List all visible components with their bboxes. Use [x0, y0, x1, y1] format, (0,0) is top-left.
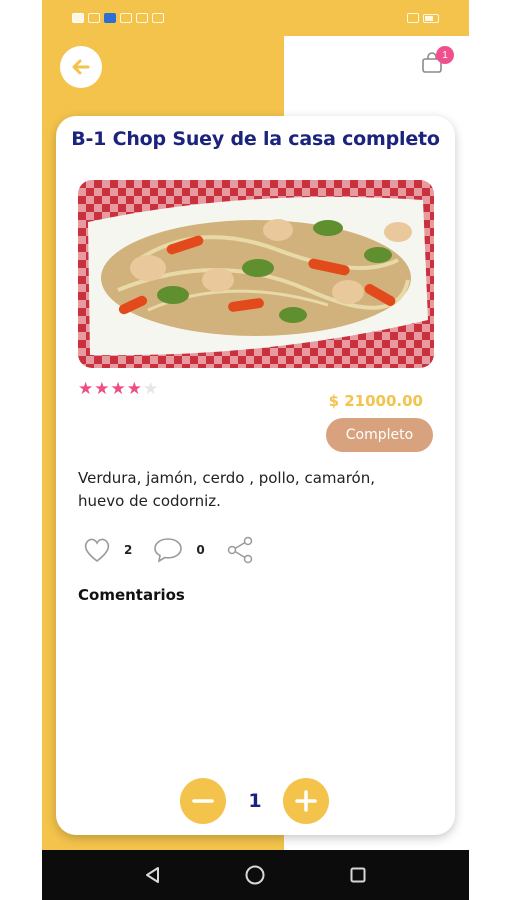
comments-heading: Comentarios — [78, 586, 185, 604]
chop-suey-dish-photo — [78, 180, 434, 368]
mail-icon — [136, 13, 148, 23]
social-actions: 2 0 — [82, 534, 275, 566]
heart-icon — [84, 538, 110, 563]
home-circle-icon — [245, 865, 265, 885]
decrease-quantity-button[interactable] — [180, 778, 226, 824]
status-bar — [42, 0, 469, 36]
whatsapp-icon — [120, 13, 132, 23]
increase-quantity-button[interactable] — [283, 778, 329, 824]
wifi-icon — [88, 13, 100, 23]
gallery-icon — [152, 13, 164, 23]
recents-square-icon — [350, 867, 366, 883]
alarm-icon — [407, 13, 419, 23]
status-left-icons — [72, 13, 164, 23]
signal-icon — [72, 13, 84, 23]
plus-icon — [295, 790, 317, 812]
android-navigation-bar — [42, 850, 469, 900]
star-filled-icon: ★ — [110, 379, 126, 398]
comment-button[interactable]: 0 — [152, 536, 205, 564]
cart-button[interactable]: 1 — [421, 46, 454, 76]
cart-count-badge: 1 — [436, 46, 454, 64]
likes-count: 2 — [124, 543, 133, 557]
nav-recents-button[interactable] — [345, 862, 371, 888]
like-button[interactable]: 2 — [82, 536, 132, 564]
star-filled-icon: ★ — [78, 379, 94, 398]
product-price: $ 21000.00 — [328, 392, 423, 410]
battery-icon — [423, 13, 439, 23]
shield-icon — [104, 13, 116, 23]
rating-stars: ★ ★ ★ ★ ★ — [78, 380, 158, 398]
back-triangle-icon — [146, 867, 160, 883]
nav-home-button[interactable] — [242, 862, 268, 888]
comments-count: 0 — [196, 543, 205, 557]
product-description: Verdura, jamón, cerdo , pollo, camarón, … — [78, 469, 376, 510]
share-icon — [227, 536, 252, 564]
type-badge[interactable]: Completo — [326, 418, 433, 452]
minus-icon — [192, 799, 214, 803]
nav-back-button[interactable] — [140, 862, 166, 888]
product-title: B-1 Chop Suey de la casa completo — [71, 128, 440, 150]
status-right-icons — [407, 13, 439, 23]
back-button[interactable] — [60, 46, 102, 88]
star-filled-icon: ★ — [126, 379, 142, 398]
arrow-left-icon — [72, 59, 90, 75]
comment-bubble-icon — [154, 538, 183, 563]
star-empty-icon: ★ — [143, 379, 159, 398]
share-button[interactable] — [225, 535, 255, 565]
product-card: B-1 Chop Suey de la casa completo ★ ★ ★ … — [56, 116, 455, 835]
star-filled-icon: ★ — [94, 379, 110, 398]
product-image — [78, 180, 434, 368]
phone-screen: 1 B-1 Chop Suey de la casa completo ★ ★ … — [42, 0, 469, 900]
quantity-value: 1 — [248, 790, 262, 812]
